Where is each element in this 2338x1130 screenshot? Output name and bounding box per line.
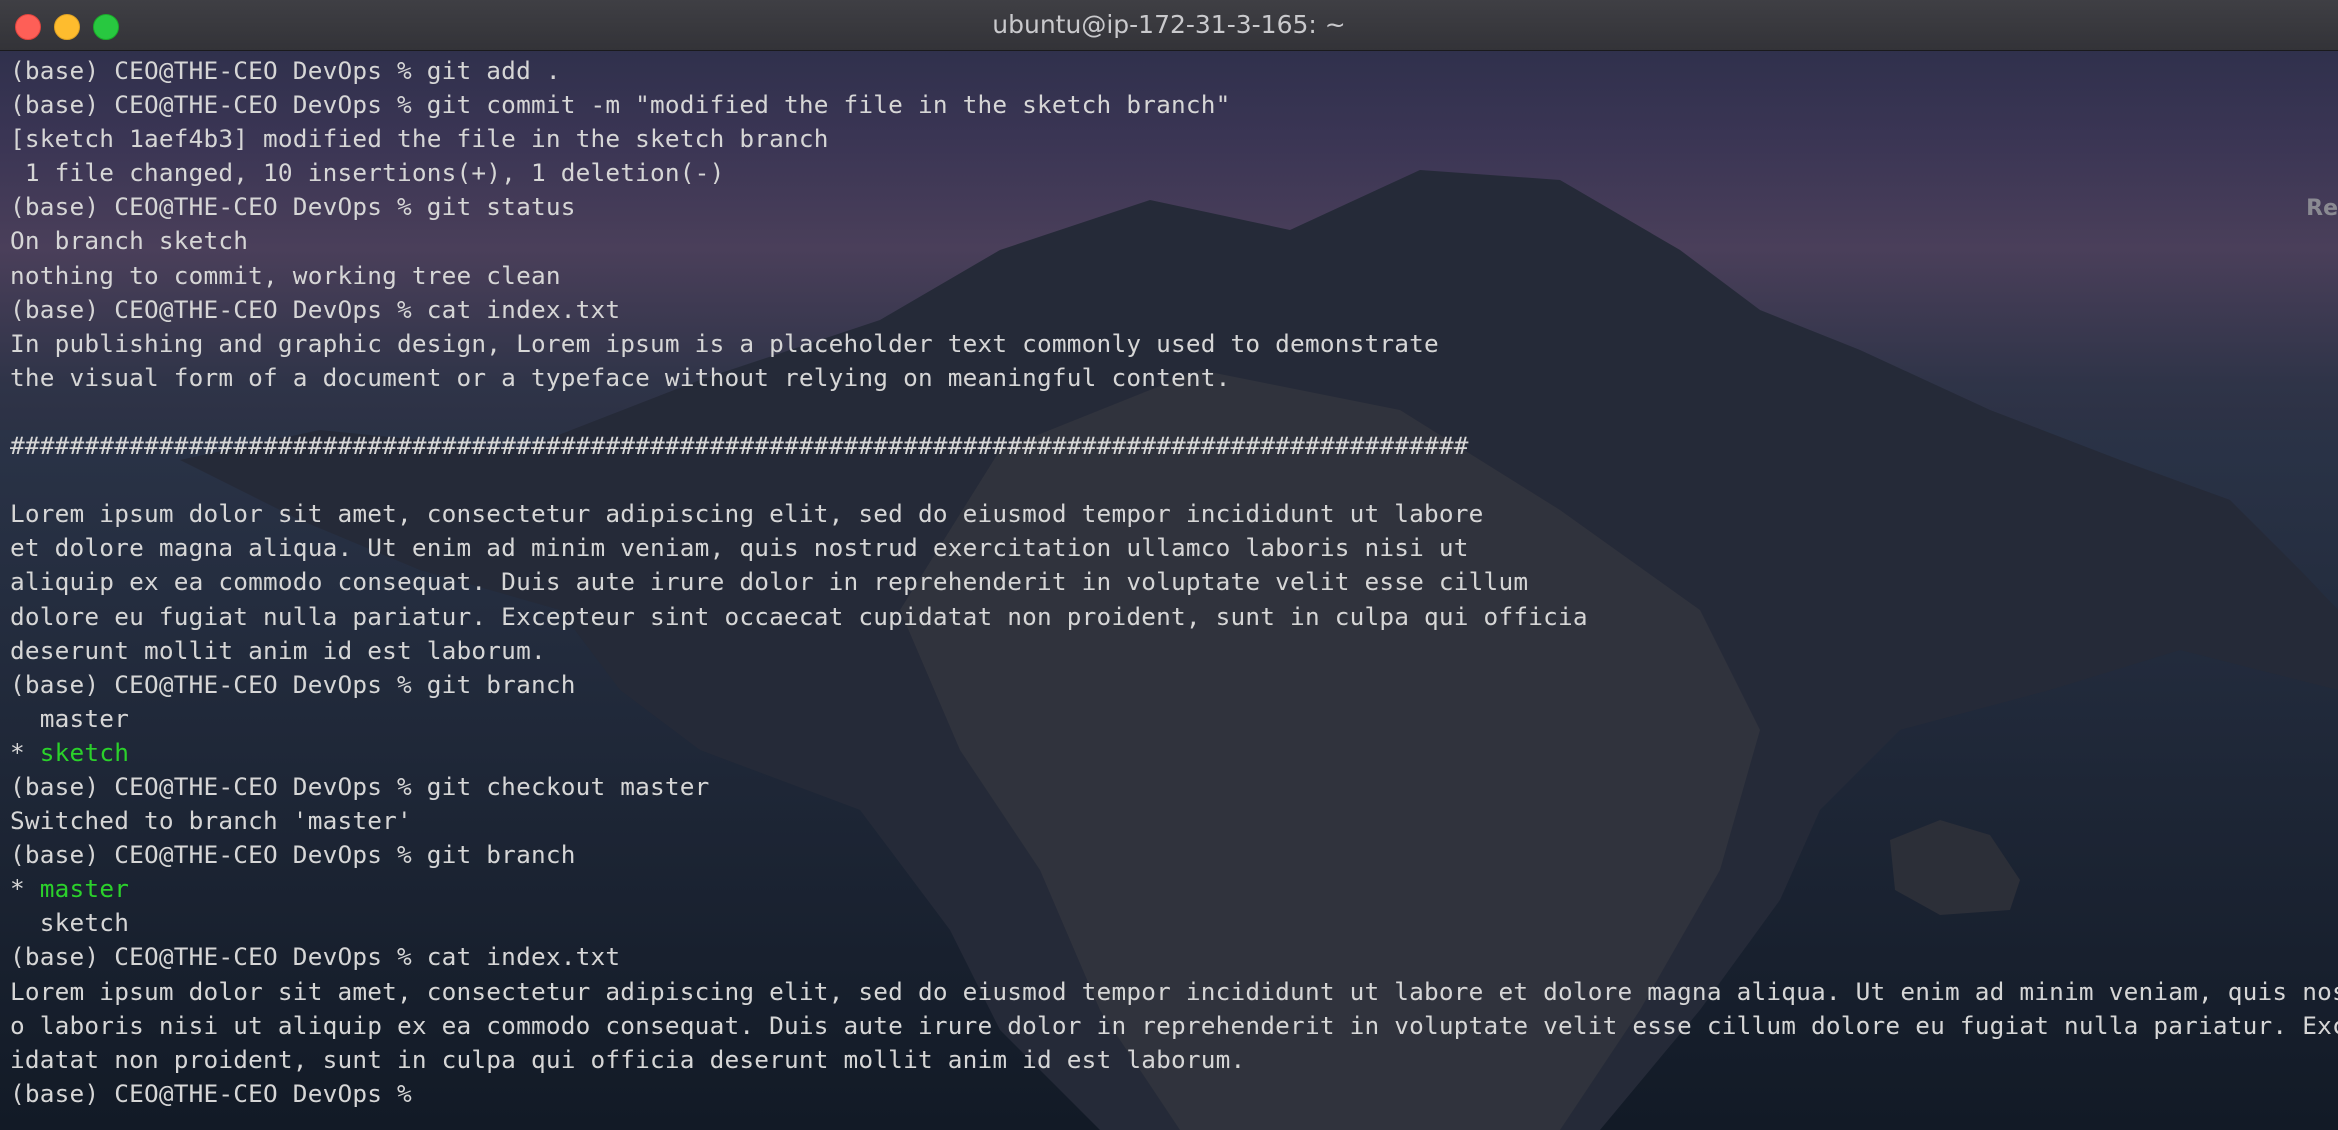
text-cursor: [427, 1081, 441, 1109]
current-branch-name: sketch: [39, 737, 130, 767]
terminal-line: the visual form of a document or a typef…: [10, 362, 1231, 392]
current-branch-name: master: [39, 874, 130, 904]
terminal-line: o laboris nisi ut aliquip ex ea commodo …: [10, 1010, 2338, 1040]
terminal-line: aliquip ex ea commodo consequat. Duis au…: [10, 567, 1529, 597]
terminal-line-current-branch: * master: [10, 872, 2338, 906]
terminal-line: et dolore magna aliqua. Ut enim ad minim…: [10, 533, 1469, 563]
terminal-line: idatat non proident, sunt in culpa qui o…: [10, 1044, 1246, 1074]
prompt-text: (base) CEO@THE-CEO DevOps %: [10, 1078, 427, 1108]
terminal-line: Switched to branch 'master': [10, 806, 412, 836]
terminal-line: (base) CEO@THE-CEO DevOps % git checkout…: [10, 771, 710, 801]
terminal-prompt-line[interactable]: (base) CEO@THE-CEO DevOps %: [10, 1077, 2338, 1111]
branch-marker: *: [10, 737, 40, 767]
terminal-line: sketch: [10, 908, 130, 938]
terminal-line: On branch sketch: [10, 226, 249, 256]
terminal-line: (base) CEO@THE-CEO DevOps % git add .: [10, 56, 561, 85]
terminal-line: master: [10, 703, 130, 733]
terminal-line: (base) CEO@THE-CEO DevOps % cat index.tx…: [10, 294, 621, 324]
terminal-line: (base) CEO@THE-CEO DevOps % git status: [10, 192, 576, 222]
terminal-line: deserunt mollit anim id est laborum.: [10, 635, 546, 665]
terminal-line-current-branch: * sketch: [10, 736, 2338, 770]
terminal-line: 1 file changed, 10 insertions(+), 1 dele…: [10, 158, 725, 188]
terminal-line: (base) CEO@THE-CEO DevOps % git branch: [10, 840, 576, 870]
title-bar: ubuntu@ip-172-31-3-165: ~: [0, 0, 2338, 51]
terminal-line: Lorem ipsum dolor sit amet, consectetur …: [10, 499, 1484, 529]
terminal-line: In publishing and graphic design, Lorem …: [10, 328, 1439, 358]
terminal-line: (base) CEO@THE-CEO DevOps % git commit -…: [10, 90, 1231, 120]
terminal-line: (base) CEO@THE-CEO DevOps % git branch: [10, 669, 576, 699]
terminal-line: (base) CEO@THE-CEO DevOps % cat index.tx…: [10, 942, 621, 972]
terminal-line: nothing to commit, working tree clean: [10, 260, 561, 290]
terminal-line: [sketch 1aef4b3] modified the file in th…: [10, 124, 829, 154]
terminal-output[interactable]: (base) CEO@THE-CEO DevOps % git add . (b…: [10, 54, 2338, 1130]
terminal-line: Lorem ipsum dolor sit amet, consectetur …: [10, 976, 2338, 1006]
terminal-window: ubuntu@ip-172-31-3-165: ~ Re (base) CEO@…: [0, 0, 2338, 1130]
window-title: ubuntu@ip-172-31-3-165: ~: [992, 10, 1346, 39]
branch-marker: *: [10, 874, 40, 904]
terminal-line: ########################################…: [10, 431, 1469, 461]
terminal-line: dolore eu fugiat nulla pariatur. Excepte…: [10, 601, 1588, 631]
